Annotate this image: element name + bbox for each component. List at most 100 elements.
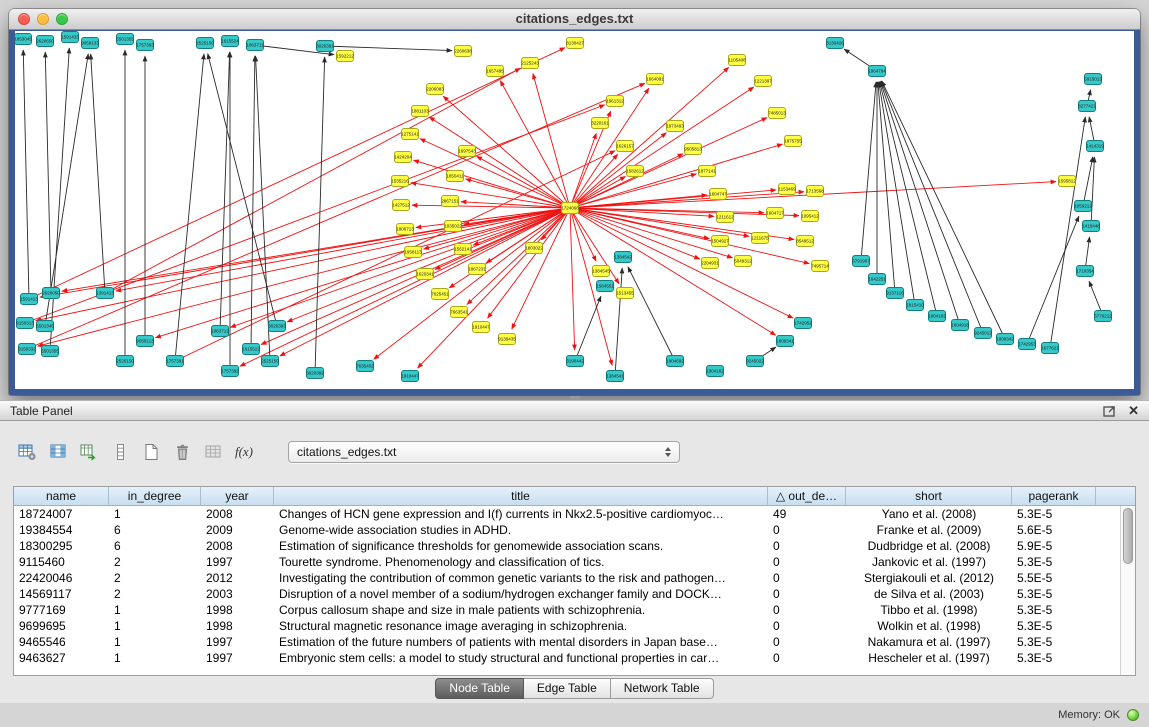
graph-node[interactable]: 1742953 — [1018, 339, 1036, 350]
graph-node[interactable]: 8277421 — [1078, 101, 1096, 112]
graph-node[interactable]: 1582612 — [626, 166, 644, 177]
column-header-year[interactable]: year — [201, 487, 274, 505]
graph-edge[interactable] — [575, 296, 601, 361]
graph-node[interactable]: 1615522 — [242, 344, 260, 355]
show-columns-icon[interactable] — [47, 442, 69, 462]
graph-edge[interactable] — [512, 208, 570, 329]
graph-node[interactable]: 1958113 — [404, 247, 422, 258]
graph-edge[interactable] — [208, 54, 277, 326]
graph-node[interactable]: 1961312 — [606, 96, 624, 107]
graph-node[interactable]: 3020392 — [306, 368, 324, 379]
table-scrollbar[interactable] — [1120, 506, 1135, 675]
graph-node[interactable]: 1809342 — [996, 334, 1014, 345]
graph-node[interactable]: 1910447 — [472, 322, 490, 333]
graph-node[interactable]: 1742952 — [794, 318, 812, 329]
graph-node[interactable]: 3020393 — [268, 321, 286, 332]
graph-node[interactable]: 1875755 — [784, 136, 802, 147]
table-row[interactable]: 946362711997Embryonic stem cells: a mode… — [14, 650, 1135, 666]
graph-node[interactable]: 2525150 — [196, 38, 214, 49]
graph-node[interactable]: 1562141 — [454, 244, 472, 255]
column-header-out-degree[interactable]: △ out_de… — [768, 487, 846, 505]
graph-node[interactable]: 1757393 — [136, 40, 154, 51]
table-row[interactable]: 2242004622012Investigating the contribut… — [14, 570, 1135, 586]
graph-node[interactable]: 1105408 — [728, 55, 746, 66]
graph-node[interactable]: 1809341 — [776, 336, 794, 347]
graph-edge[interactable] — [414, 160, 570, 208]
graph-node[interactable]: 1211612 — [716, 212, 734, 223]
graph-node[interactable]: 1626157 — [616, 141, 634, 152]
graph-node[interactable]: 1877141 — [698, 166, 716, 177]
graph-edge[interactable] — [220, 52, 230, 331]
network-svg[interactable]: 1724066220608318811031275141142420415352… — [15, 31, 1134, 389]
graph-node[interactable]: 1642251 — [868, 274, 886, 285]
network-canvas[interactable]: 1724066220608318811031275141142420415352… — [15, 31, 1134, 389]
graph-node[interactable]: 1416448 — [1082, 221, 1100, 232]
graph-node[interactable]: 1803022 — [525, 243, 543, 254]
graph-node[interactable]: 1904182 — [928, 311, 946, 322]
graph-edge[interactable] — [882, 81, 1005, 339]
graph-node[interactable]: 1677621 — [1041, 343, 1059, 354]
graph-node[interactable]: 1757391 — [166, 356, 184, 367]
table-row[interactable]: 911546021997Tourette syndrome. Phenomeno… — [14, 554, 1135, 570]
graph-edge[interactable] — [1050, 117, 1085, 348]
graph-node[interactable]: 1664091 — [646, 74, 664, 85]
graph-node[interactable]: 1904182 — [706, 366, 724, 377]
graph-node[interactable]: 9059113 — [136, 336, 154, 347]
graph-node[interactable]: 1535216 — [391, 176, 409, 187]
graph-node[interactable]: 5501355 — [116, 34, 134, 45]
graph-node[interactable]: 2260638 — [454, 46, 472, 57]
graph-node[interactable]: 2626050 — [42, 288, 60, 299]
delete-table-icon[interactable] — [171, 442, 193, 462]
graph-edge[interactable] — [325, 46, 452, 51]
graph-node[interactable]: 1211675 — [751, 233, 769, 244]
column-header-name[interactable]: name — [14, 487, 109, 505]
graph-node[interactable]: 1153469 — [778, 184, 796, 195]
graph-edge[interactable] — [628, 267, 675, 361]
close-window-button[interactable] — [18, 13, 30, 25]
table-row[interactable]: 969969511998Structural magnetic resonanc… — [14, 618, 1135, 634]
graph-node[interactable]: 1504927 — [711, 236, 729, 247]
graph-node[interactable]: 1384541 — [606, 371, 624, 382]
graph-edge[interactable] — [50, 48, 69, 351]
graph-node[interactable]: 1427512 — [392, 200, 410, 211]
graph-node[interactable]: 1657495 — [486, 66, 504, 77]
graph-edge[interactable] — [615, 268, 622, 376]
create-table-icon[interactable] — [140, 442, 162, 462]
graph-edge[interactable] — [861, 82, 876, 261]
graph-node[interactable]: 1910447 — [401, 371, 419, 382]
graph-node[interactable]: 1806713 — [396, 224, 414, 235]
graph-node[interactable]: 2125243 — [521, 58, 539, 69]
graph-node[interactable]: 5501345 — [36, 321, 54, 332]
tab-network-table[interactable]: Network Table — [611, 678, 714, 699]
graph-node[interactable]: 8130427 — [566, 38, 584, 49]
graph-node[interactable]: 2206083 — [426, 84, 444, 95]
column-header-title[interactable]: title — [274, 487, 768, 505]
graph-node[interactable]: 1384545 — [592, 266, 610, 277]
function-builder-icon[interactable]: f(x) — [233, 442, 255, 462]
graph-edge[interactable] — [878, 82, 895, 293]
close-panel-icon[interactable]: ✕ — [1128, 404, 1139, 417]
graph-node[interactable]: 1592212 — [336, 51, 354, 62]
graph-node[interactable]: 2526150 — [116, 356, 134, 367]
graph-node[interactable]: 2620650 — [36, 36, 54, 47]
graph-node[interactable]: 1853045 — [15, 34, 32, 45]
graph-node[interactable]: 1973493 — [666, 121, 684, 132]
graph-node[interactable]: 5049312 — [734, 256, 752, 267]
table-row[interactable]: 946554611997Estimation of the future num… — [14, 634, 1135, 650]
table-row[interactable]: 1872400712008Changes of HCN gene express… — [14, 506, 1135, 522]
graph-node[interactable]: 1059212 — [1074, 201, 1092, 212]
graph-node[interactable]: 1595812 — [1058, 176, 1076, 187]
graph-edge[interactable] — [251, 56, 255, 349]
graph-node[interactable]: 9150332 — [18, 344, 36, 355]
column-header-short[interactable]: short — [846, 487, 1012, 505]
table-row[interactable]: 1456911722003Disruption of a novel membe… — [14, 586, 1135, 602]
graph-edge[interactable] — [570, 208, 732, 258]
graph-node[interactable]: 7485013 — [768, 108, 786, 119]
graph-node[interactable]: 1881103 — [411, 106, 429, 117]
graph-node[interactable]: 8549512 — [796, 236, 814, 247]
graph-node[interactable]: 7663541 — [450, 307, 468, 318]
graph-edge[interactable] — [1091, 157, 1094, 226]
graph-node[interactable]: 1724066 — [561, 203, 579, 214]
graph-node[interactable]: 1757392 — [221, 366, 239, 377]
graph-node[interactable]: 1713568 — [806, 186, 824, 197]
